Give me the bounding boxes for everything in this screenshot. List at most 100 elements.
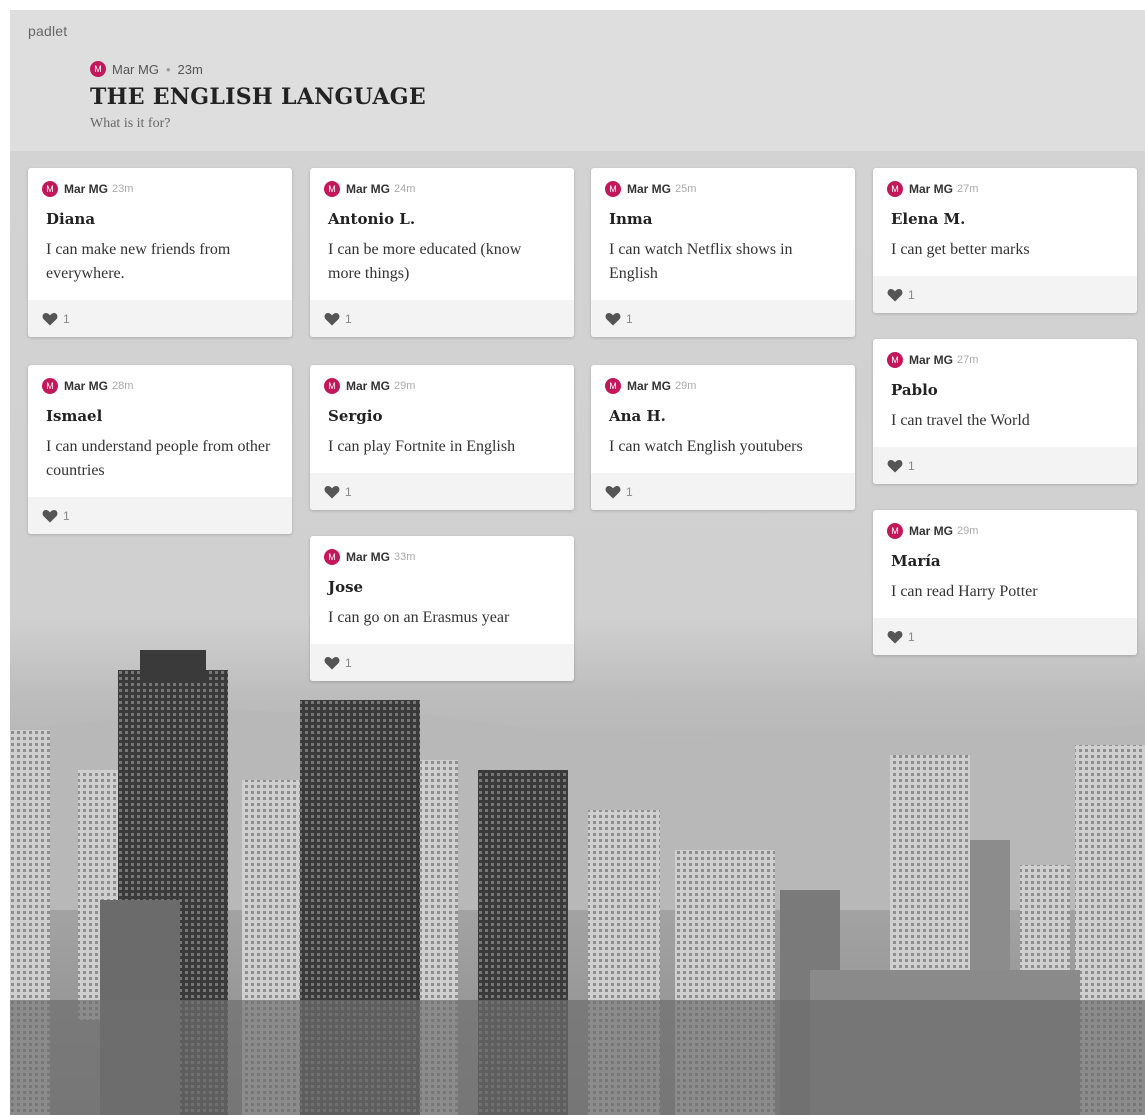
- post-meta: M Mar MG 27m: [873, 339, 1137, 369]
- post-time: 23m: [177, 61, 203, 77]
- like-count: 1: [908, 287, 915, 302]
- post-title: Inma: [609, 210, 653, 228]
- separator-dot: •: [165, 61, 171, 77]
- post-footer: 1: [28, 300, 292, 337]
- avatar[interactable]: M: [887, 181, 903, 197]
- post-author: Mar MG: [909, 353, 954, 367]
- post-author: Mar MG: [346, 379, 391, 393]
- padlet-board: padlet M Mar MG • 23m THE ENGLISH LANGUA…: [10, 10, 1145, 1115]
- post-meta: M Mar MG 29m: [873, 510, 1137, 540]
- post-card[interactable]: M Mar MG 29m Ana H. I can watch English …: [591, 365, 855, 510]
- post-title: Sergio: [328, 407, 383, 425]
- heart-icon[interactable]: [887, 459, 903, 473]
- post-meta: M Mar MG 29m: [591, 365, 855, 395]
- like-count: 1: [63, 508, 70, 523]
- post-footer: 1: [310, 300, 574, 337]
- post-footer: 1: [310, 473, 574, 510]
- post-title: Pablo: [891, 381, 938, 399]
- post-card[interactable]: M Mar MG 27m Elena M. I can get better m…: [873, 168, 1137, 313]
- post-card[interactable]: M Mar MG 33m Jose I can go on an Erasmus…: [310, 536, 574, 681]
- post-meta: M Mar MG 27m: [873, 168, 1137, 198]
- post-footer: 1: [873, 276, 1137, 313]
- post-author: Mar MG: [64, 182, 109, 196]
- post-time: 29m: [957, 525, 979, 537]
- post-footer: 1: [28, 497, 292, 534]
- heart-icon[interactable]: [324, 656, 340, 670]
- post-time: 27m: [957, 183, 979, 195]
- post-card[interactable]: M Mar MG 27m Pablo I can travel the Worl…: [873, 339, 1137, 484]
- post-body: I can get better marks: [891, 241, 1030, 258]
- author-name: Mar MG: [112, 61, 159, 77]
- heart-icon[interactable]: [42, 312, 58, 326]
- post-footer: 1: [591, 473, 855, 510]
- post-title: Ismael: [46, 407, 103, 425]
- post-title: Elena M.: [891, 210, 966, 228]
- avatar[interactable]: M: [90, 61, 106, 77]
- post-meta: M Mar MG 23m: [28, 168, 292, 198]
- post-author: Mar MG: [64, 379, 109, 393]
- post-card[interactable]: M Mar MG 29m María I can read Harry Pott…: [873, 510, 1137, 655]
- avatar[interactable]: M: [324, 378, 340, 394]
- post-time: 28m: [112, 380, 134, 392]
- like-count: 1: [626, 484, 633, 499]
- post-time: 29m: [675, 380, 697, 392]
- avatar[interactable]: M: [605, 378, 621, 394]
- like-count: 1: [908, 629, 915, 644]
- post-author: Mar MG: [909, 182, 954, 196]
- post-card[interactable]: M Mar MG 25m Inma I can watch Netflix sh…: [591, 168, 855, 337]
- heart-icon[interactable]: [42, 509, 58, 523]
- post-body: I can make new friends from everywhere.: [46, 241, 231, 282]
- heart-icon[interactable]: [887, 288, 903, 302]
- post-body: I can play Fortnite in English: [328, 438, 516, 455]
- post-body: I can be more educated (know more things…: [328, 241, 522, 282]
- like-count: 1: [63, 311, 70, 326]
- post-time: 23m: [112, 183, 134, 195]
- like-count: 1: [345, 484, 352, 499]
- post-card[interactable]: M Mar MG 24m Antonio L. I can be more ed…: [310, 168, 574, 337]
- like-count: 1: [345, 655, 352, 670]
- avatar[interactable]: M: [324, 181, 340, 197]
- post-card[interactable]: M Mar MG 23m Diana I can make new friend…: [28, 168, 292, 337]
- post-time: 25m: [675, 183, 697, 195]
- post-time: 27m: [957, 354, 979, 366]
- avatar[interactable]: M: [887, 523, 903, 539]
- board-author: M Mar MG • 23m: [90, 61, 203, 77]
- post-time: 24m: [394, 183, 416, 195]
- post-footer: 1: [873, 447, 1137, 484]
- post-author: Mar MG: [909, 524, 954, 538]
- post-body: I can read Harry Potter: [891, 583, 1038, 600]
- post-footer: 1: [591, 300, 855, 337]
- post-card[interactable]: M Mar MG 28m Ismael I can understand peo…: [28, 365, 292, 534]
- avatar[interactable]: M: [324, 549, 340, 565]
- post-card[interactable]: M Mar MG 29m Sergio I can play Fortnite …: [310, 365, 574, 510]
- post-author: Mar MG: [627, 379, 672, 393]
- padlet-logo[interactable]: padlet: [28, 23, 67, 39]
- avatar[interactable]: M: [887, 352, 903, 368]
- post-meta: M Mar MG 29m: [310, 365, 574, 395]
- heart-icon[interactable]: [324, 312, 340, 326]
- post-title: Diana: [46, 210, 96, 228]
- post-body: I can travel the World: [891, 412, 1030, 429]
- heart-icon[interactable]: [605, 312, 621, 326]
- post-author: Mar MG: [346, 182, 391, 196]
- post-title: María: [891, 552, 941, 570]
- avatar[interactable]: M: [605, 181, 621, 197]
- post-footer: 1: [310, 644, 574, 681]
- heart-icon[interactable]: [605, 485, 621, 499]
- post-meta: M Mar MG 28m: [28, 365, 292, 395]
- board-title: THE ENGLISH LANGUAGE: [90, 84, 426, 110]
- heart-icon[interactable]: [887, 630, 903, 644]
- avatar[interactable]: M: [42, 181, 58, 197]
- post-meta: M Mar MG 25m: [591, 168, 855, 198]
- avatar[interactable]: M: [42, 378, 58, 394]
- post-body: I can understand people from other count…: [46, 438, 271, 479]
- post-title: Antonio L.: [328, 210, 416, 228]
- heart-icon[interactable]: [324, 485, 340, 499]
- post-body: I can go on an Erasmus year: [328, 609, 510, 626]
- post-time: 33m: [394, 551, 416, 563]
- post-body: I can watch English youtubers: [609, 438, 803, 455]
- board-header: padlet M Mar MG • 23m THE ENGLISH LANGUA…: [10, 10, 1145, 151]
- like-count: 1: [345, 311, 352, 326]
- like-count: 1: [908, 458, 915, 473]
- post-meta: M Mar MG 24m: [310, 168, 574, 198]
